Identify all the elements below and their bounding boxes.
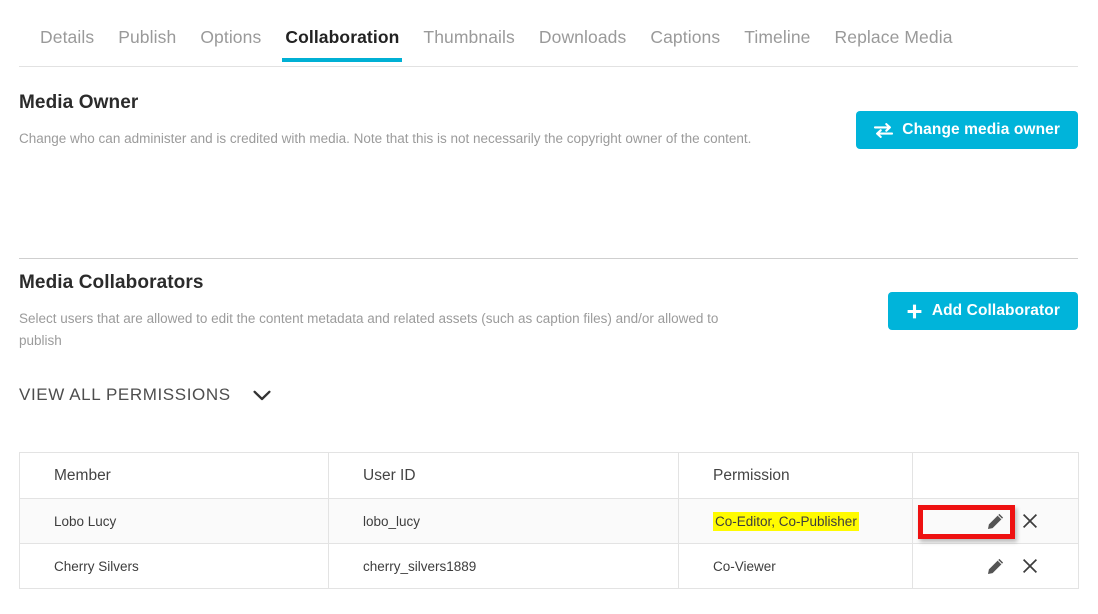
cell-member: Lobo Lucy (19, 498, 329, 544)
tab-details[interactable]: Details (28, 27, 106, 62)
column-header-user-id: User ID (328, 452, 679, 499)
view-all-permissions-label: VIEW ALL PERMISSIONS (19, 385, 231, 404)
media-collaborators-description: Select users that are allowed to edit th… (19, 311, 719, 348)
swap-arrows-icon (874, 122, 894, 138)
change-media-owner-button[interactable]: Change media owner (856, 111, 1078, 149)
plus-icon (906, 303, 923, 320)
permission-highlight: Co-Editor, Co-Publisher (713, 511, 859, 531)
add-collaborator-label: Add Collaborator (931, 302, 1060, 319)
tab-bar-divider (19, 66, 1078, 67)
tab-timeline[interactable]: Timeline (732, 27, 822, 62)
table-head: Member User ID Permission (19, 452, 1079, 499)
x-icon[interactable] (1022, 513, 1038, 529)
media-collaborators-title: Media Collaborators (19, 272, 204, 293)
table-header-row: Member User ID Permission (19, 452, 1079, 499)
cell-actions (912, 498, 1079, 544)
view-all-permissions-toggle[interactable]: VIEW ALL PERMISSIONS (19, 385, 271, 405)
pencil-icon[interactable] (987, 558, 1004, 575)
change-media-owner-label: Change media owner (902, 121, 1060, 138)
section-divider (19, 258, 1078, 259)
media-owner-section: Media Owner Change who can administer an… (19, 92, 1078, 150)
collaborators-table-wrapper: Member User ID Permission Lobo Lucy lobo… (19, 452, 1079, 589)
row-actions (947, 499, 1078, 543)
collaborators-table: Member User ID Permission Lobo Lucy lobo… (19, 452, 1079, 589)
tab-options[interactable]: Options (188, 27, 273, 62)
tab-list: Details Publish Options Collaboration Th… (0, 0, 1098, 62)
tab-collaboration[interactable]: Collaboration (273, 27, 411, 62)
chevron-down-icon[interactable] (253, 390, 271, 401)
pencil-icon[interactable] (987, 513, 1004, 530)
media-owner-description: Change who can administer and is credite… (19, 131, 752, 146)
x-icon[interactable] (1022, 558, 1038, 574)
media-collaborators-section: Media Collaborators Select users that ar… (19, 272, 1078, 352)
cell-member: Cherry Silvers (19, 543, 329, 589)
table-row: Lobo Lucy lobo_lucy Co-Editor, Co-Publis… (19, 498, 1079, 544)
tab-captions[interactable]: Captions (638, 27, 732, 62)
column-header-member: Member (19, 452, 329, 499)
column-header-actions (912, 452, 1079, 499)
table-row: Cherry Silvers cherry_silvers1889 Co-Vie… (19, 543, 1079, 589)
cell-permission: Co-Viewer (678, 543, 913, 589)
table-body: Lobo Lucy lobo_lucy Co-Editor, Co-Publis… (19, 498, 1079, 589)
column-header-permission: Permission (678, 452, 913, 499)
tab-bar: Details Publish Options Collaboration Th… (0, 0, 1098, 67)
row-actions (947, 544, 1078, 588)
tab-downloads[interactable]: Downloads (527, 27, 638, 62)
cell-user-id: cherry_silvers1889 (328, 543, 679, 589)
add-collaborator-button[interactable]: Add Collaborator (887, 292, 1078, 330)
cell-user-id: lobo_lucy (328, 498, 679, 544)
tab-replace-media[interactable]: Replace Media (823, 27, 965, 62)
cell-permission: Co-Editor, Co-Publisher (678, 498, 913, 544)
tab-thumbnails[interactable]: Thumbnails (411, 27, 526, 62)
cell-actions (912, 543, 1079, 589)
tab-publish[interactable]: Publish (106, 27, 188, 62)
